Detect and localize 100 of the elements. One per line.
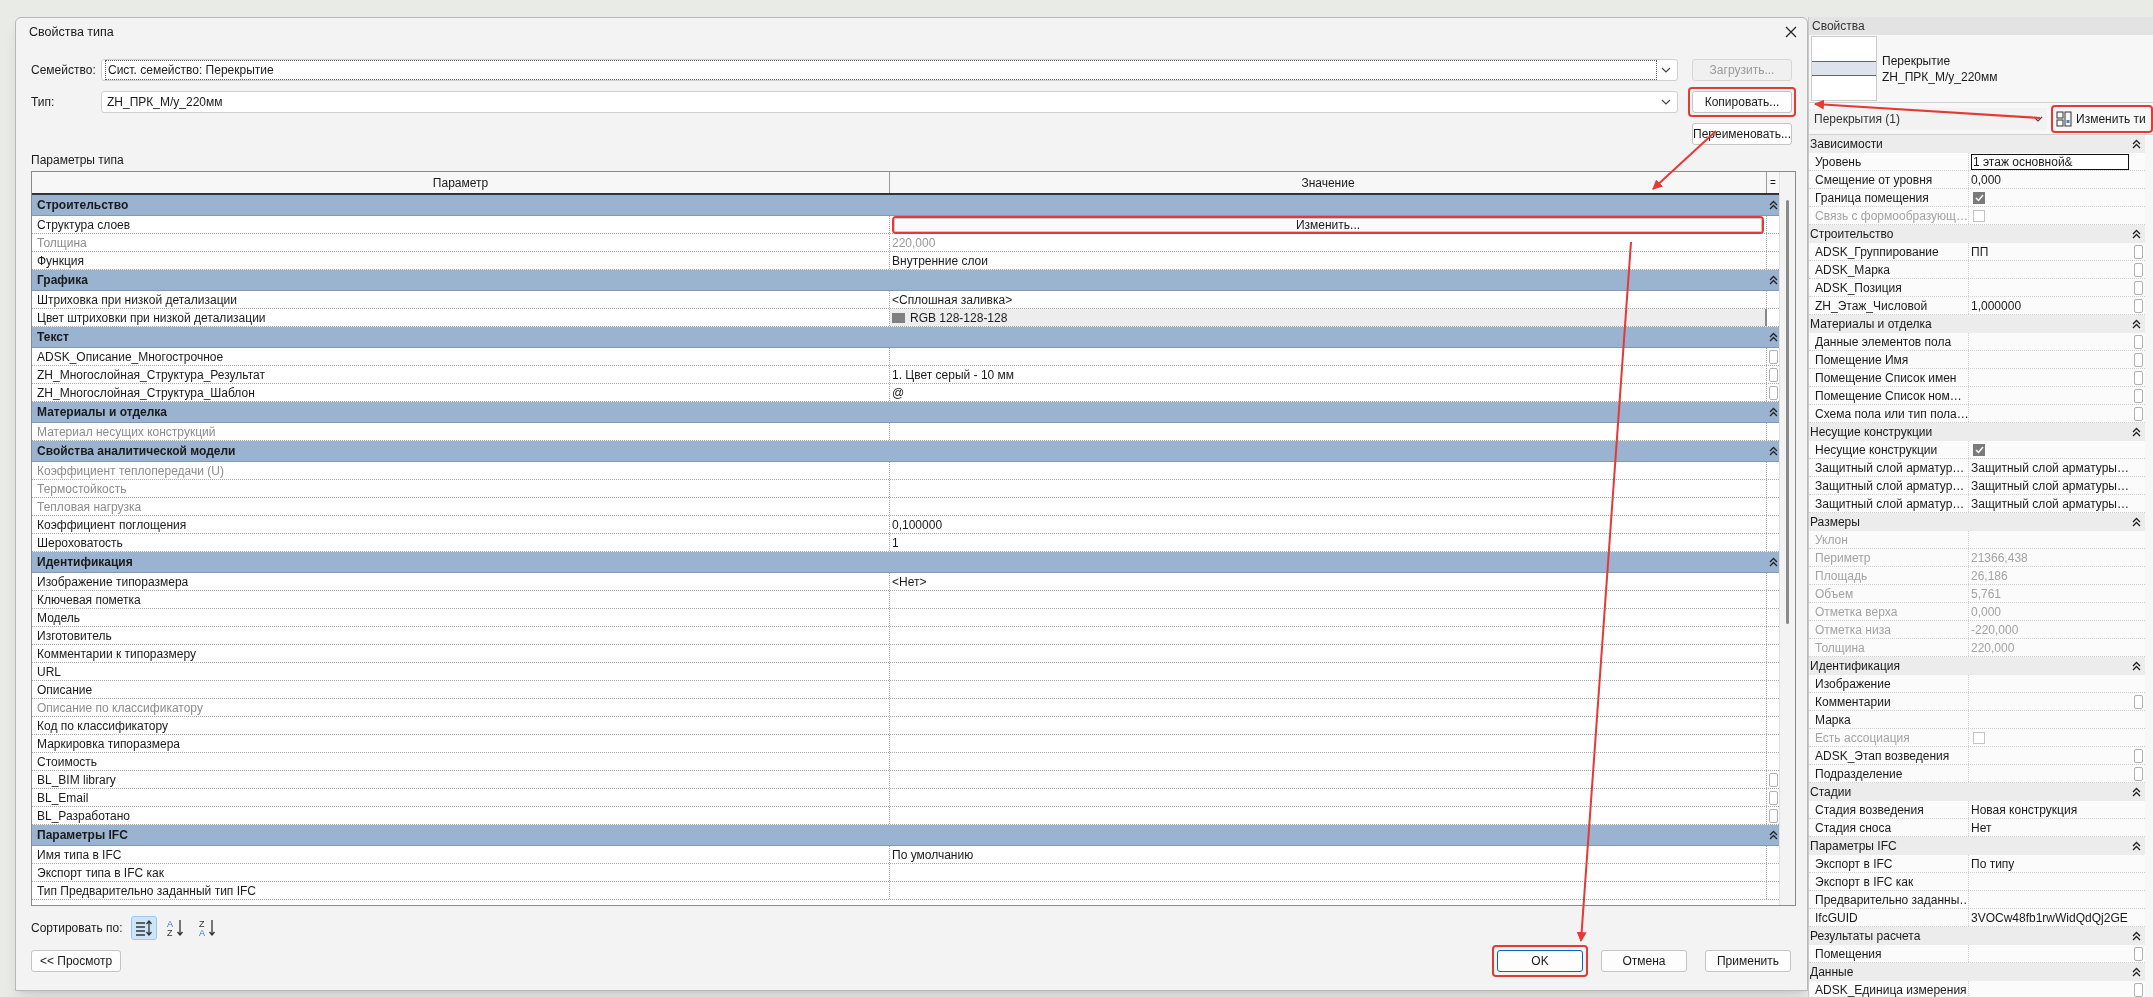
- group-header-bar[interactable]: Материалы и отделка: [32, 402, 1779, 423]
- property-name: Помещение Список имен: [1815, 369, 1957, 386]
- associate-button[interactable]: [2133, 370, 2143, 385]
- property-name: Изображение: [1815, 675, 1891, 692]
- associate-button[interactable]: [2133, 280, 2143, 295]
- column-header[interactable]: Параметр: [32, 172, 890, 193]
- group-header-bar[interactable]: Свойства аналитической модели: [32, 441, 1779, 462]
- group-header-bar[interactable]: Графика: [32, 270, 1779, 291]
- property-name: Периметр: [1815, 549, 1871, 566]
- parameter-value: @: [892, 384, 905, 402]
- parameter-name: Экспорт типа в IFC как: [37, 864, 164, 882]
- group-header-bar[interactable]: Зависимости: [1809, 135, 2145, 153]
- column-header[interactable]: Значение: [890, 172, 1767, 193]
- dropdown-field[interactable]: ZH_ПРК_М/у_220мм: [101, 91, 1678, 113]
- level-field[interactable]: 1 этаж основной&: [1971, 153, 2129, 170]
- checkbox[interactable]: [1973, 443, 1985, 456]
- associate-button[interactable]: [1768, 772, 1778, 787]
- group-header-bar[interactable]: Параметры IFC: [32, 825, 1779, 846]
- associate-button[interactable]: [2133, 946, 2143, 961]
- associate-button[interactable]: [2133, 388, 2143, 403]
- dialog-button[interactable]: Отмена: [1601, 950, 1687, 972]
- group-header-bar[interactable]: Несущие конструкции: [1809, 423, 2145, 441]
- dialog-button[interactable]: Применить: [1705, 950, 1791, 972]
- group-title: Свойства аналитической модели: [36, 443, 237, 460]
- property-name: Защитный слой арматур…: [1815, 477, 1965, 494]
- parameter-name: BL_Разработано: [37, 807, 130, 825]
- group-title: Материалы и отделка: [36, 404, 168, 421]
- collapse-icon: [2131, 427, 2141, 437]
- property-name: Данные элементов пола: [1815, 333, 1952, 350]
- caret-icon: [1661, 99, 1671, 105]
- panel-title: Свойства: [1809, 17, 2153, 35]
- associate-button[interactable]: [2133, 352, 2143, 367]
- field-value: ZH_ПРК_М/у_220мм: [106, 94, 223, 111]
- floor-slab-drawing: [1812, 61, 1876, 76]
- collapse-icon: [1768, 446, 1778, 456]
- associate-button[interactable]: [1768, 790, 1778, 805]
- caret-icon: [2033, 115, 2043, 122]
- type-properties-icon: [2056, 110, 2072, 127]
- dialog-button[interactable]: OK: [1497, 950, 1583, 972]
- parameter-name: BL_Email: [37, 789, 89, 807]
- preview-button[interactable]: << Просмотр: [31, 950, 121, 972]
- window-title: Свойства типа: [29, 23, 114, 41]
- group-header-bar[interactable]: Материалы и отделка: [1809, 315, 2145, 333]
- group-header-bar[interactable]: Текст: [32, 327, 1779, 348]
- property-value: -220,000: [1971, 621, 2019, 639]
- group-header-bar[interactable]: Данные: [1809, 963, 2145, 981]
- field-label: Тип:: [31, 94, 56, 111]
- property-name: Схема пола или тип пола…: [1815, 405, 1968, 422]
- edit-button[interactable]: Изменить...: [894, 217, 1762, 232]
- property-value: Защитный слой арматуры…: [1971, 495, 2129, 513]
- property-name: Подразделение: [1815, 765, 1903, 782]
- property-name: Уклон: [1815, 531, 1848, 548]
- property-name: ZH_Этаж_Числовой: [1815, 297, 1928, 314]
- group-header-bar[interactable]: Стадии: [1809, 783, 2145, 801]
- group-title: Материалы и отделка: [1809, 316, 1933, 333]
- associate-button[interactable]: [2133, 244, 2143, 259]
- category-selector[interactable]: Перекрытия (1): [1809, 107, 2047, 130]
- parameter-name: Структура слоев: [37, 216, 131, 234]
- associate-button[interactable]: [2133, 406, 2143, 421]
- associate-button[interactable]: [1768, 808, 1778, 823]
- parameter-name: Изготовитель: [37, 627, 112, 645]
- associate-button[interactable]: [1768, 385, 1778, 400]
- parameter-name: BL_BIM library: [37, 771, 116, 789]
- collapse-icon: [2131, 841, 2141, 851]
- property-name: ADSK_Этап возведения: [1815, 747, 1950, 764]
- associate-button[interactable]: [1768, 367, 1778, 382]
- associate-button[interactable]: [2133, 334, 2143, 349]
- associate-button[interactable]: [2133, 982, 2143, 997]
- parameter-value: 220,000: [892, 234, 936, 252]
- collapse-icon: [2131, 661, 2141, 671]
- group-header-bar[interactable]: Параметры IFC: [1809, 837, 2145, 855]
- group-header-bar[interactable]: Размеры: [1809, 513, 2145, 531]
- group-header-bar[interactable]: Идентификация: [1809, 657, 2145, 675]
- color-swatch[interactable]: [892, 312, 905, 323]
- group-header-bar[interactable]: Результаты расчета: [1809, 927, 2145, 945]
- parameter-name: Стоимость: [37, 753, 98, 771]
- section-title: Параметры типа: [31, 152, 125, 167]
- group-header-bar[interactable]: Строительство: [32, 195, 1779, 216]
- property-name: Есть ассоциация: [1815, 729, 1910, 746]
- collapse-icon: [1768, 830, 1778, 840]
- associate-button[interactable]: [2133, 748, 2143, 763]
- parameter-name: Коэффициент поглощения: [37, 516, 187, 534]
- column-header[interactable]: =: [1767, 172, 1779, 193]
- group-header-bar[interactable]: Строительство: [1809, 225, 2145, 243]
- parameter-name: Тип Предварительно заданный тип IFC: [37, 882, 256, 900]
- associate-button[interactable]: [2133, 298, 2143, 313]
- property-name: IfcGUID: [1815, 909, 1858, 926]
- scrollbar-thumb[interactable]: [1786, 200, 1789, 624]
- group-title: Зависимости: [1809, 136, 1884, 153]
- checkbox[interactable]: [1973, 191, 1985, 204]
- associate-button[interactable]: [1768, 349, 1778, 364]
- side-button[interactable]: Копировать...: [1692, 91, 1792, 113]
- associate-button[interactable]: [2133, 766, 2143, 781]
- group-header-bar[interactable]: Идентификация: [32, 552, 1779, 573]
- property-name: ADSK_Позиция: [1815, 279, 1902, 296]
- associate-button[interactable]: [2133, 694, 2143, 709]
- sort-button[interactable]: [130, 916, 157, 940]
- property-value: Новая конструкция: [1971, 801, 2078, 819]
- associate-button[interactable]: [2133, 262, 2143, 277]
- collapse-icon: [2131, 967, 2141, 977]
